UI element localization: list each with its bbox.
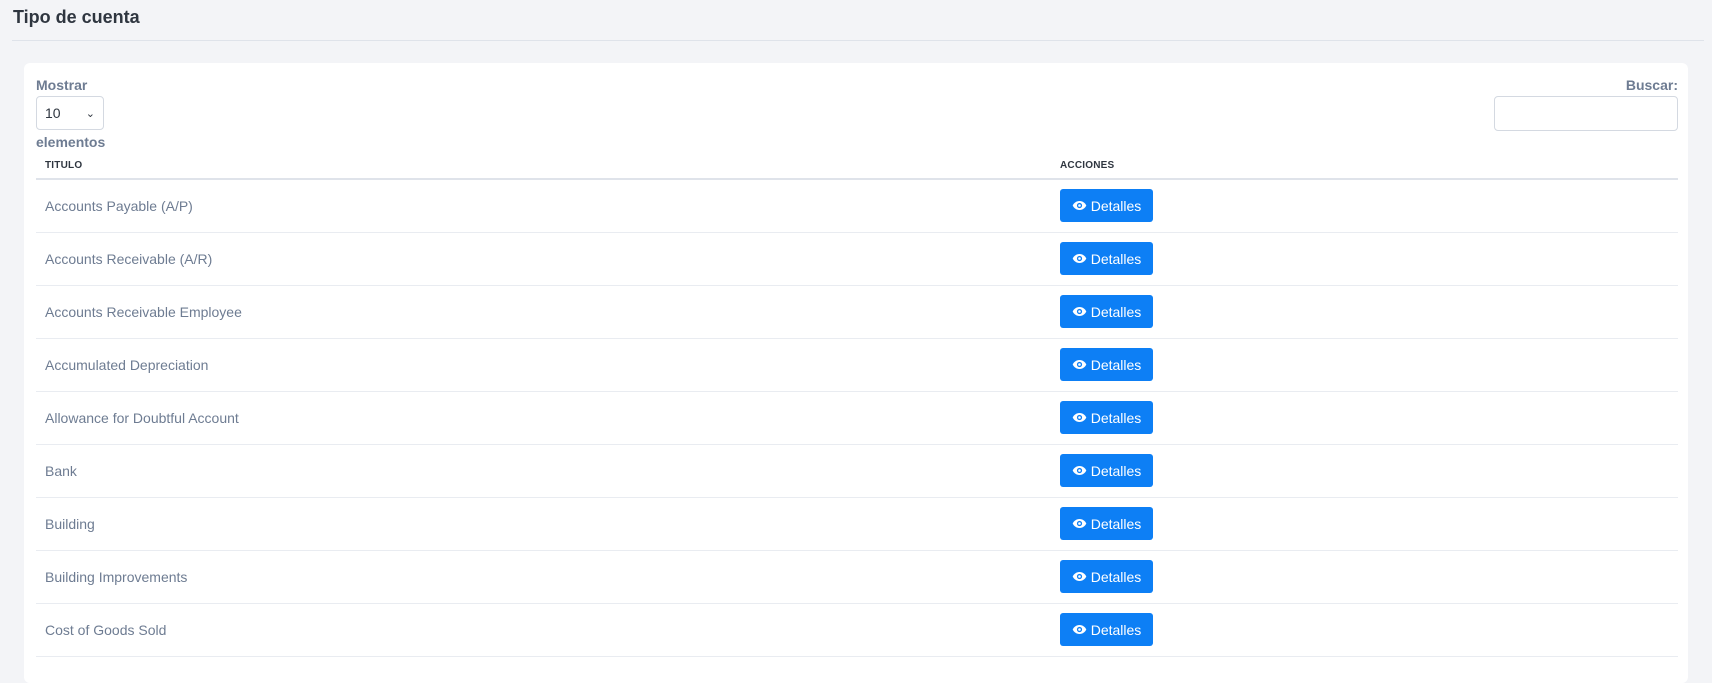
table-row: Bank Detalles (36, 445, 1678, 498)
page-length-control: Mostrar 10 ⌄ elementos (36, 77, 105, 150)
eye-icon (1072, 412, 1087, 423)
column-header-acciones: ACCIONES (1060, 160, 1115, 171)
table-row: Accounts Receivable (A/R) Detalles (36, 233, 1678, 286)
page-title: Tipo de cuenta (13, 7, 140, 27)
details-button-label: Detalles (1090, 568, 1142, 585)
content-card: Mostrar 10 ⌄ elementos Buscar: TITULO AC… (24, 63, 1688, 683)
row-title: Accounts Receivable Employee (45, 304, 242, 320)
table-header: TITULO ACCIONES (36, 147, 1678, 180)
details-button-label: Detalles (1090, 303, 1142, 320)
details-button-label: Detalles (1090, 409, 1142, 426)
page-length-value: 10 (45, 105, 61, 121)
row-title: Bank (45, 463, 77, 479)
length-label: Mostrar (36, 77, 88, 93)
details-button[interactable]: Detalles (1060, 401, 1153, 434)
row-title: Accounts Payable (A/P) (45, 198, 193, 214)
details-button[interactable]: Detalles (1060, 454, 1153, 487)
page-length-select[interactable]: 10 ⌄ (36, 96, 104, 130)
details-button[interactable]: Detalles (1060, 189, 1153, 222)
table-row: Cost of Goods Sold Detalles (36, 604, 1678, 657)
details-button-label: Detalles (1090, 462, 1142, 479)
eye-icon (1072, 253, 1087, 264)
row-title: Building Improvements (45, 569, 188, 585)
details-button[interactable]: Detalles (1060, 348, 1153, 381)
details-button-label: Detalles (1090, 250, 1142, 267)
eye-icon (1072, 200, 1087, 211)
row-title: Allowance for Doubtful Account (45, 410, 239, 426)
details-button[interactable]: Detalles (1060, 507, 1153, 540)
details-button[interactable]: Detalles (1060, 242, 1153, 275)
eye-icon (1072, 571, 1087, 582)
eye-icon (1072, 465, 1087, 476)
chevron-down-icon: ⌄ (85, 107, 95, 120)
table-body: Accounts Payable (A/P) Detalles Accounts R… (36, 180, 1678, 657)
details-button-label: Detalles (1090, 197, 1142, 214)
table-row: Allowance for Doubtful Account Detalles (36, 392, 1678, 445)
column-header-titulo: TITULO (45, 160, 83, 171)
details-button-label: Detalles (1090, 621, 1142, 638)
details-button-label: Detalles (1090, 356, 1142, 373)
eye-icon (1072, 306, 1087, 317)
details-button-label: Detalles (1090, 515, 1142, 532)
eye-icon (1072, 518, 1087, 529)
eye-icon (1072, 359, 1087, 370)
row-title: Building (45, 516, 95, 532)
row-title: Accounts Receivable (A/R) (45, 251, 213, 267)
search-input[interactable] (1494, 96, 1678, 131)
eye-icon (1072, 624, 1087, 635)
details-button[interactable]: Detalles (1060, 613, 1153, 646)
page-header: Tipo de cuenta (12, 0, 1704, 41)
table-row: Accounts Payable (A/P) Detalles (36, 180, 1678, 233)
row-title: Accumulated Depreciation (45, 357, 209, 373)
details-button[interactable]: Detalles (1060, 560, 1153, 593)
accounts-table: TITULO ACCIONES Accounts Payable (A/P) De… (36, 147, 1678, 657)
table-row: Building Detalles (36, 498, 1678, 551)
search-control: Buscar: (1494, 77, 1678, 131)
table-row: Accumulated Depreciation Detalles (36, 339, 1678, 392)
search-label: Buscar: (1625, 77, 1678, 93)
details-button[interactable]: Detalles (1060, 295, 1153, 328)
table-row: Accounts Receivable Employee Detalles (36, 286, 1678, 339)
table-row: Building Improvements Detalles (36, 551, 1678, 604)
row-title: Cost of Goods Sold (45, 622, 167, 638)
